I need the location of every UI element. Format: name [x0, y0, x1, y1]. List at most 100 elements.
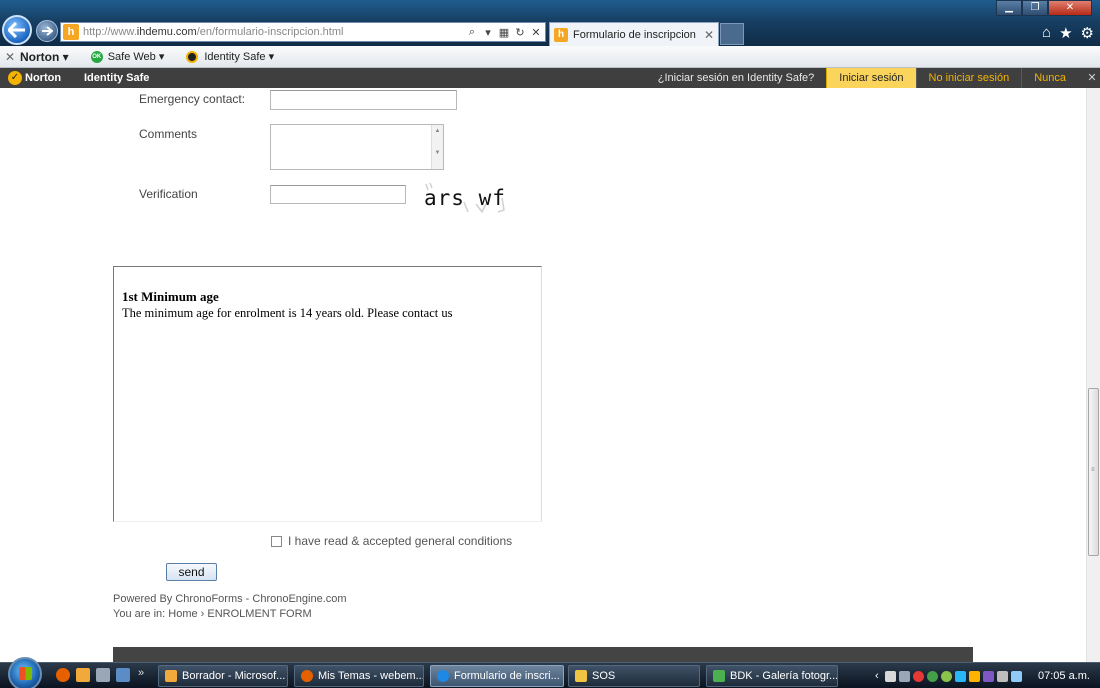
safe-web-menu[interactable]: OK Safe Web ▾	[90, 50, 164, 63]
browser-right-icons: ⌂ ★ ⚙	[1042, 24, 1094, 42]
breadcrumb-separator: ›	[200, 608, 205, 620]
url-text[interactable]: http://www.ihdemu.com/en/formulario-insc…	[83, 26, 465, 38]
new-tab-button[interactable]	[720, 23, 744, 45]
minimize-button[interactable]: ▁	[996, 0, 1022, 16]
dropdown-icon[interactable]: ▾	[481, 26, 495, 39]
gallery-icon	[713, 670, 725, 682]
taskbar-item-active[interactable]: Formulario de inscri...	[430, 665, 564, 687]
folder-icon	[575, 670, 587, 682]
taskbar: » Borrador - Microsof... Mis Temas - web…	[0, 657, 1100, 688]
window-controls: ▁ ❐ ✕	[996, 0, 1092, 16]
captcha-text: ars wf	[424, 186, 506, 210]
tray-app-icon[interactable]	[954, 670, 966, 682]
browser-title-bar: h http://www.ihdemu.com/en/formulario-in…	[0, 0, 1100, 46]
back-button[interactable]	[2, 15, 32, 45]
stop-icon[interactable]: ✕	[529, 26, 543, 39]
identity-safe-icon	[186, 50, 199, 63]
captcha-image: ars wf	[416, 182, 516, 218]
chevron-right-icon[interactable]: »	[138, 667, 144, 679]
chevron-left-icon[interactable]: ‹	[875, 670, 879, 682]
taskbar-item[interactable]: Borrador - Microsof...	[158, 665, 288, 687]
window-close-button[interactable]: ✕	[1048, 0, 1092, 16]
grip-icon: ≡	[1091, 467, 1095, 473]
page-content: Emergency contact: Comments ▲ ▼ Verifica…	[0, 88, 1086, 662]
comments-scrollbar[interactable]: ▲ ▼	[431, 125, 443, 169]
tray-app-icon[interactable]	[982, 670, 994, 682]
comments-label: Comments	[139, 127, 198, 141]
tray-app-icon[interactable]	[898, 670, 910, 682]
scroll-up-icon[interactable]: ▲	[432, 125, 443, 147]
verification-input[interactable]	[270, 185, 406, 204]
norton-menu[interactable]: Norton ▾	[20, 50, 69, 64]
refresh-icon[interactable]: ↻	[513, 26, 527, 39]
windows-logo-icon	[19, 667, 32, 680]
tray-app-icon[interactable]	[940, 670, 952, 682]
never-button[interactable]: Nunca	[1021, 68, 1078, 88]
accept-conditions-row[interactable]: I have read & accepted general condition…	[271, 534, 512, 548]
toolbar-close-icon[interactable]: ✕	[0, 50, 20, 64]
search-icon[interactable]: ⌕	[465, 26, 479, 39]
maximize-button[interactable]: ❐	[1022, 0, 1048, 16]
tray-app-icon[interactable]	[968, 670, 980, 682]
tray-app-icon[interactable]	[912, 670, 924, 682]
breadcrumb: You are in: Home › ENROLMENT FORM	[113, 608, 312, 620]
no-login-button[interactable]: No iniciar sesión	[915, 68, 1022, 88]
explorer-quicklaunch-icon[interactable]	[96, 668, 110, 682]
norton-logo: ✓ Norton	[8, 71, 84, 85]
norton-check-icon: ✓	[8, 71, 22, 85]
favorites-star-icon[interactable]: ★	[1059, 24, 1072, 42]
breadcrumb-home-link[interactable]: Home	[168, 608, 197, 620]
taskbar-item[interactable]: Mis Temas - webem...	[294, 665, 424, 687]
footer-band	[113, 647, 973, 662]
safe-web-ok-icon: OK	[90, 50, 103, 63]
volume-icon[interactable]	[1010, 670, 1022, 682]
taskbar-item[interactable]: BDK - Galería fotogr...	[706, 665, 838, 687]
emergency-contact-label: Emergency contact:	[139, 92, 246, 106]
tab-favicon-icon: h	[554, 27, 568, 42]
norton-tray-icon[interactable]	[926, 670, 938, 682]
breadcrumb-current: ENROLMENT FORM	[207, 608, 312, 620]
compatibility-icon[interactable]: ▦	[497, 26, 511, 39]
home-icon[interactable]: ⌂	[1042, 24, 1051, 42]
accept-conditions-checkbox[interactable]	[271, 535, 282, 547]
scroll-down-icon[interactable]: ▼	[432, 147, 443, 169]
arrow-left-icon	[8, 22, 25, 38]
terms-panel: 1st Minimum age The minimum age for enro…	[113, 266, 542, 522]
powered-by-text: Powered By ChronoForms - ChronoEngine.co…	[113, 593, 347, 605]
identity-safe-menu[interactable]: Identity Safe ▾	[186, 50, 274, 63]
verification-label: Verification	[139, 187, 198, 201]
identity-safe-label: Identity Safe	[204, 50, 266, 63]
terms-heading: 1st Minimum age	[122, 289, 219, 304]
close-icon[interactable]: ✕	[1084, 68, 1100, 88]
identity-safe-bar: ✓ Norton Identity Safe ¿Iniciar sesión e…	[0, 68, 1100, 88]
identity-safe-title: Identity Safe	[84, 72, 150, 84]
show-desktop-icon[interactable]	[116, 668, 130, 682]
network-icon[interactable]	[996, 670, 1008, 682]
accept-conditions-label[interactable]: I have read & accepted general condition…	[288, 534, 512, 548]
tab-title: Formulario de inscripcion	[573, 28, 696, 41]
start-button[interactable]	[8, 657, 42, 688]
send-button[interactable]: send	[166, 563, 217, 581]
gear-icon[interactable]: ⚙	[1081, 24, 1094, 42]
terms-body: The minimum age for enrolment is 14 year…	[122, 306, 453, 320]
forward-button[interactable]	[36, 20, 58, 42]
login-button[interactable]: Iniciar sesión	[826, 68, 916, 88]
office-quicklaunch-icon[interactable]	[76, 668, 90, 682]
comments-textarea[interactable]: ▲ ▼	[270, 124, 444, 170]
identity-safe-question: ¿Iniciar sesión en Identity Safe?	[657, 72, 815, 84]
emergency-contact-input[interactable]	[270, 90, 457, 110]
site-favicon-icon: h	[63, 24, 79, 40]
taskbar-item[interactable]: SOS	[568, 665, 700, 687]
tab-close-icon[interactable]: ✕	[704, 28, 714, 42]
address-bar[interactable]: h http://www.ihdemu.com/en/formulario-in…	[60, 22, 546, 42]
page-scroll-thumb[interactable]: ≡	[1088, 388, 1099, 556]
system-tray: ‹ 07:05 a.m.	[875, 663, 1100, 688]
tray-app-icon[interactable]	[884, 670, 896, 682]
firefox-quicklaunch-icon[interactable]	[56, 668, 70, 682]
page-scrollbar[interactable]: ≡	[1086, 88, 1100, 662]
browser-tab[interactable]: h Formulario de inscripcion ✕	[549, 22, 719, 46]
office-icon	[165, 670, 177, 682]
norton-toolbar: ✕ Norton ▾ OK Safe Web ▾ Identity Safe ▾	[0, 46, 1100, 68]
arrow-right-icon	[42, 26, 53, 36]
clock[interactable]: 07:05 a.m.	[1038, 670, 1090, 682]
